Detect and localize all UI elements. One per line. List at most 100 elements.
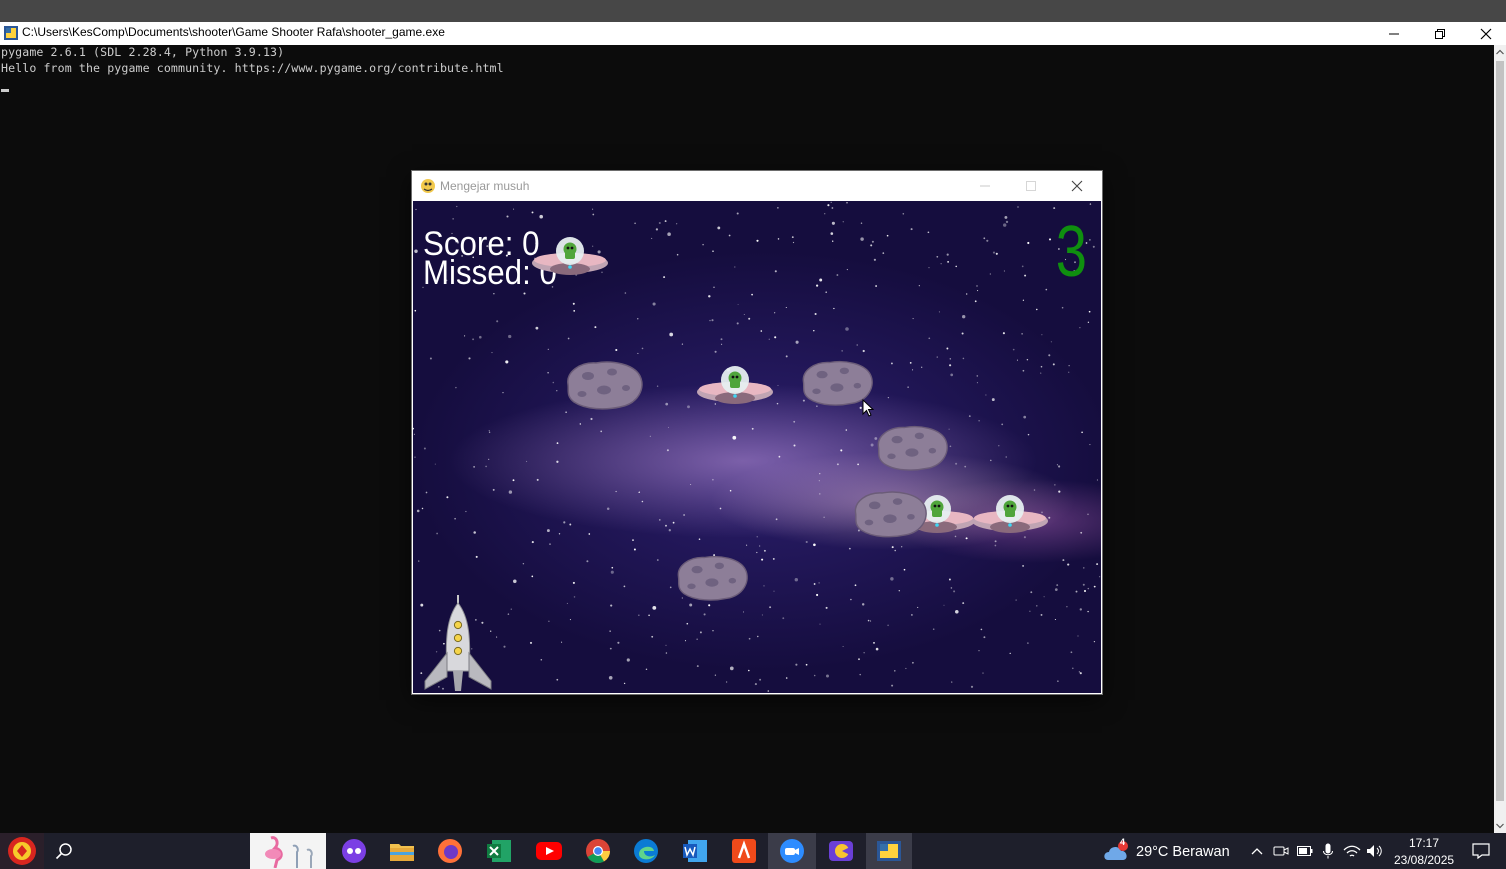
speaker-icon [1367, 845, 1382, 857]
star [1054, 618, 1056, 621]
star [539, 214, 543, 219]
search-button[interactable] [44, 833, 84, 869]
scroll-down-button[interactable] [1494, 819, 1506, 833]
star [917, 606, 919, 608]
star [455, 386, 457, 389]
game-maximize-button[interactable] [1008, 171, 1054, 201]
star [512, 479, 515, 482]
taskbar-chrome[interactable] [574, 833, 622, 869]
star [714, 350, 717, 353]
star [725, 681, 728, 683]
star [617, 641, 620, 644]
ufo-enemy [532, 237, 608, 275]
taskbar-app[interactable] [330, 833, 378, 869]
search-highlight[interactable] [250, 833, 326, 869]
star [569, 619, 571, 621]
star [859, 673, 861, 676]
star [976, 285, 978, 287]
star [1004, 215, 1008, 219]
restore-button[interactable] [1417, 22, 1463, 45]
star [1056, 464, 1058, 466]
star [861, 603, 865, 606]
taskbar-word[interactable] [670, 833, 720, 869]
tray-volume[interactable] [1364, 833, 1386, 869]
star [792, 241, 795, 244]
star [594, 326, 597, 329]
star [995, 252, 998, 255]
star [496, 320, 499, 323]
star [936, 255, 939, 258]
tray-meet-button[interactable] [1270, 833, 1292, 869]
star [870, 620, 872, 622]
cloud-icon [1104, 841, 1128, 860]
taskbar-zoom[interactable] [768, 833, 816, 869]
star [1068, 365, 1070, 367]
taskbar-explorer[interactable] [378, 833, 426, 869]
star [547, 372, 549, 374]
notification-center-button[interactable] [1464, 833, 1498, 869]
star [510, 608, 512, 610]
star [754, 683, 757, 686]
star [472, 338, 475, 341]
tray-wifi[interactable] [1340, 833, 1364, 869]
star [645, 668, 648, 671]
star [955, 265, 957, 268]
console-scrollbar[interactable] [1494, 45, 1506, 833]
star [966, 293, 968, 295]
tray-clock[interactable]: 17:17 23/08/2025 [1388, 833, 1460, 869]
star [918, 285, 920, 287]
scroll-thumb[interactable] [1496, 61, 1504, 801]
star [552, 381, 555, 384]
start-button[interactable] [0, 833, 44, 869]
star [1056, 584, 1059, 587]
tray-expand-button[interactable] [1246, 833, 1268, 869]
star [413, 433, 415, 435]
star [1087, 610, 1089, 613]
star [785, 355, 788, 358]
star [1027, 241, 1030, 245]
console-titlebar[interactable]: C:\Users\KesComp\Documents\shooter\Game … [0, 22, 1506, 45]
star [668, 529, 671, 532]
tray-microphone[interactable] [1318, 833, 1338, 869]
player-rocket[interactable] [417, 593, 499, 693]
star [860, 222, 863, 224]
firefox-icon [438, 839, 462, 863]
close-icon [1071, 180, 1083, 192]
close-button[interactable] [1463, 22, 1506, 45]
taskbar-edge[interactable] [622, 833, 670, 869]
star [813, 583, 816, 585]
star [729, 666, 734, 671]
star [824, 213, 826, 215]
star [615, 490, 617, 493]
tray-battery[interactable] [1294, 833, 1316, 869]
star [1068, 371, 1070, 373]
taskbar-app[interactable] [720, 833, 768, 869]
minimize-icon [1389, 33, 1399, 34]
star [665, 644, 667, 647]
taskbar-pygame[interactable] [866, 833, 912, 869]
star [492, 488, 495, 491]
scroll-up-button[interactable] [1494, 45, 1506, 59]
minimize-button[interactable] [1371, 22, 1417, 45]
star [946, 347, 949, 350]
star [522, 562, 525, 565]
game-close-button[interactable] [1054, 171, 1100, 201]
star [488, 458, 490, 460]
star [414, 309, 417, 312]
game-minimize-button[interactable] [962, 171, 1008, 201]
game-titlebar[interactable]: Mengejar musuh [412, 171, 1102, 201]
star [663, 276, 666, 279]
game-canvas[interactable]: Score: 0 Missed: 0 3 [413, 201, 1101, 693]
taskbar-excel[interactable] [474, 833, 524, 869]
star [1005, 220, 1009, 224]
taskbar-app[interactable] [816, 833, 866, 869]
taskbar-youtube[interactable] [524, 833, 574, 869]
star [696, 638, 698, 640]
star [962, 602, 965, 605]
weather-widget[interactable]: 4 29°C Berawan [1102, 833, 1232, 869]
taskbar-firefox[interactable] [426, 833, 474, 869]
word-icon [683, 840, 707, 862]
star [523, 292, 526, 295]
star [891, 546, 894, 549]
star [976, 375, 979, 377]
